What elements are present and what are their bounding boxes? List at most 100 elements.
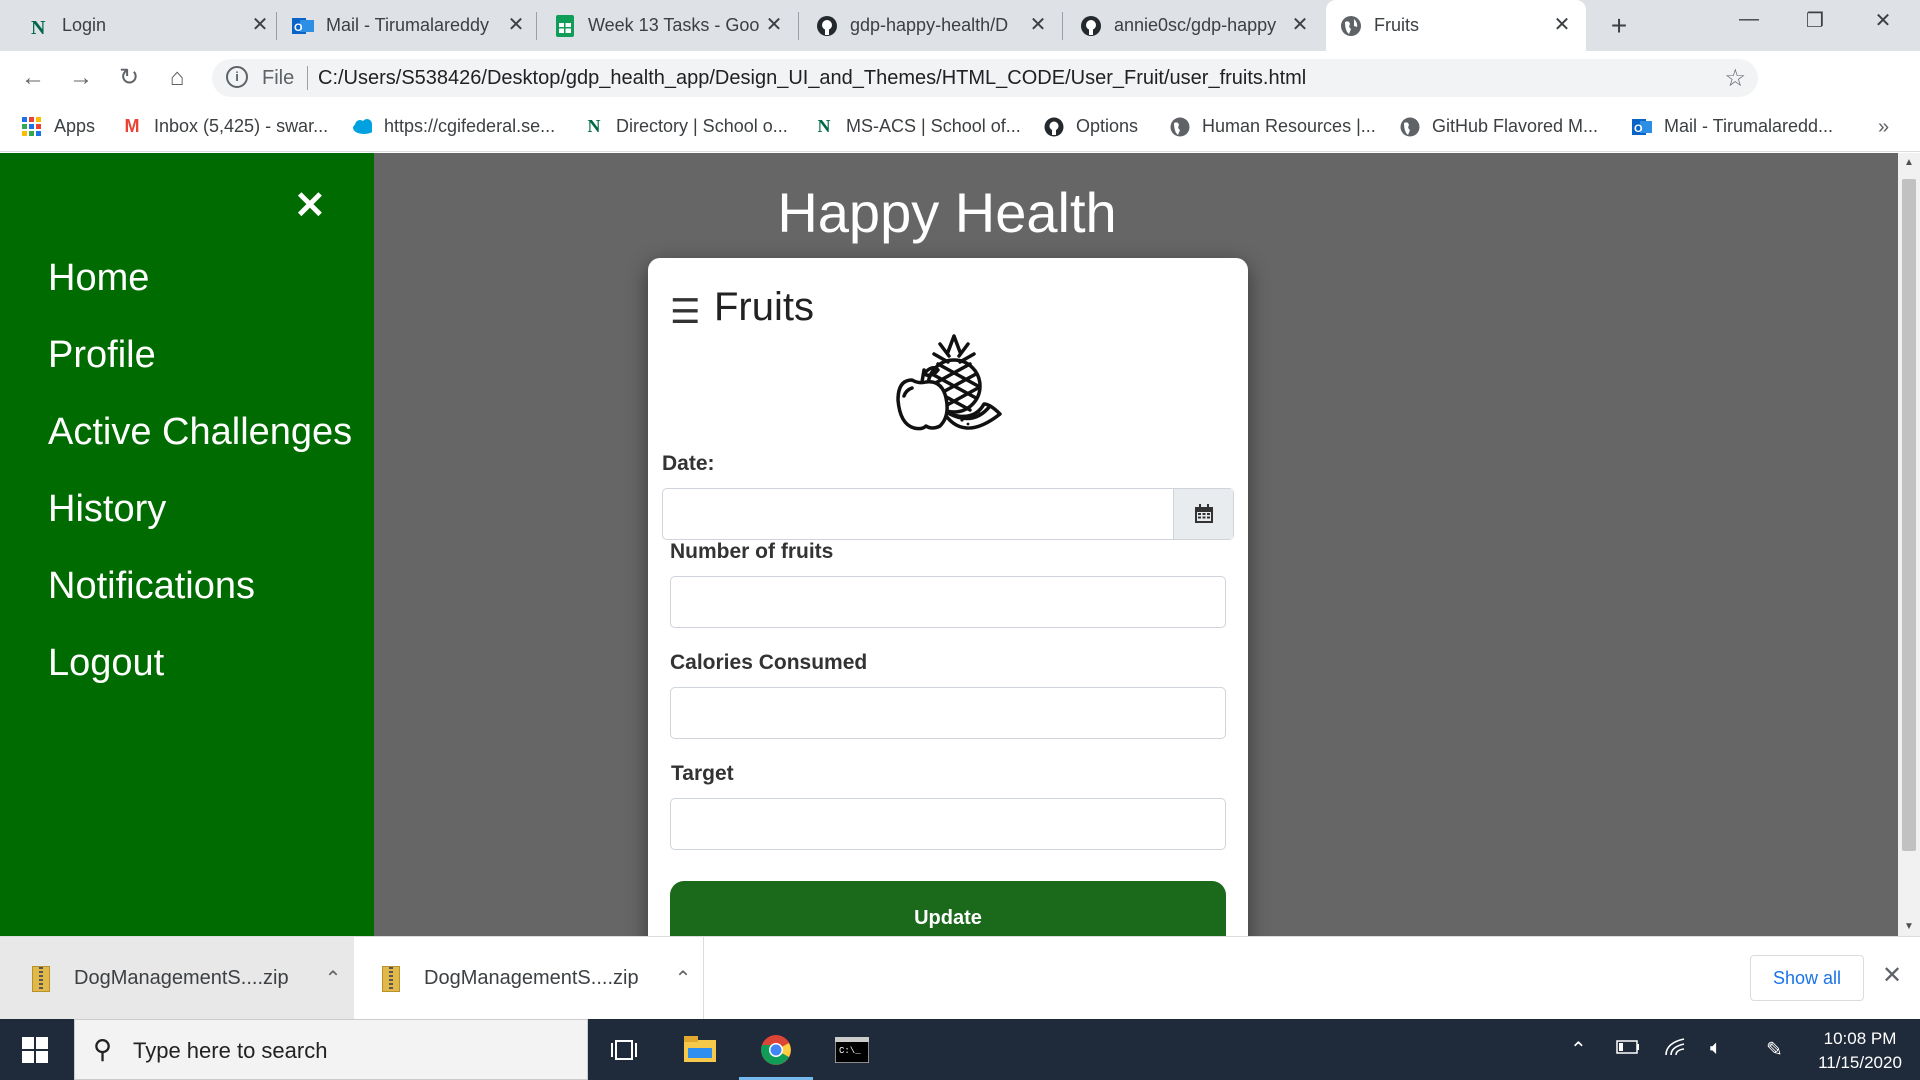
windows-start-icon[interactable] (22, 1037, 48, 1068)
tab-mail[interactable]: O Mail - Tirumalareddy ✕ (278, 0, 540, 51)
address-bar[interactable]: i File C:/Users/S538426/Desktop/gdp_heal… (212, 59, 1758, 97)
date-input-group (662, 488, 1234, 540)
google-sheets-icon (554, 14, 576, 37)
close-tab-icon[interactable]: ✕ (1290, 14, 1310, 36)
tab-fruits[interactable]: Fruits ✕ (1326, 0, 1586, 51)
svg-text:O: O (294, 22, 303, 34)
bookmarks-bar: Apps M Inbox (5,425) - swar... https://c… (0, 104, 1920, 152)
browser-toolbar: ← → ↻ ⌂ i File C:/Users/S538426/Desktop/… (0, 51, 1920, 148)
nav-notifications[interactable]: Notifications (48, 565, 255, 608)
bookmark-github-flavored[interactable]: GitHub Flavored M... (1400, 116, 1598, 137)
chevron-up-icon[interactable]: ⌃ (325, 966, 342, 991)
number-of-fruits-field[interactable] (670, 576, 1226, 628)
target-field[interactable] (670, 798, 1226, 850)
downloads-shelf: DogManagementS....zip ⌃ DogManagementS..… (0, 936, 1920, 1020)
close-downloads-icon[interactable]: ✕ (1882, 961, 1902, 990)
restore-window-button[interactable]: ❐ (1800, 8, 1830, 33)
github-icon (816, 15, 838, 37)
close-tab-icon[interactable]: ✕ (250, 14, 270, 36)
close-tab-icon[interactable]: ✕ (1552, 14, 1572, 36)
bookmark-human-resources[interactable]: Human Resources |... (1170, 116, 1376, 137)
svg-text:C:\_: C:\_ (839, 1046, 861, 1056)
info-icon[interactable]: i (226, 66, 248, 88)
tab-separator (276, 12, 277, 40)
download-item[interactable]: DogManagementS....zip ⌃ (0, 937, 354, 1020)
zip-file-icon (382, 965, 400, 992)
bookmark-options[interactable]: Options (1044, 116, 1138, 137)
bookmark-inbox[interactable]: M Inbox (5,425) - swar... (122, 116, 329, 137)
file-explorer-icon[interactable] (681, 1031, 719, 1069)
nav-history[interactable]: History (48, 488, 166, 531)
card-title: Fruits (714, 285, 814, 329)
nav-logout[interactable]: Logout (48, 642, 164, 685)
volume-icon[interactable]: 🔈︎ (1710, 1037, 1722, 1060)
hamburger-menu-icon[interactable]: ☰ (670, 292, 700, 332)
chrome-icon[interactable] (739, 1031, 813, 1080)
tab-separator (798, 12, 799, 40)
northwest-n-icon: N (817, 116, 831, 136)
tab-gdp-happy-health[interactable]: gdp-happy-health/D ✕ (802, 0, 1062, 51)
scrollbar-thumb[interactable] (1902, 179, 1916, 851)
svg-text:O: O (1634, 123, 1643, 135)
fruits-card: ☰ Fruits Date: Number of fruits Calories… (648, 258, 1248, 936)
close-tab-icon[interactable]: ✕ (764, 14, 784, 36)
close-window-button[interactable]: ✕ (1868, 8, 1898, 33)
bookmark-star-icon[interactable]: ☆ (1724, 64, 1746, 93)
download-item[interactable]: DogManagementS....zip ⌃ (356, 937, 704, 1020)
close-tab-icon[interactable]: ✕ (506, 14, 526, 36)
outlook-icon: O (292, 15, 314, 37)
tab-annie0sc-repo[interactable]: annie0sc/gdp-happy ✕ (1066, 0, 1324, 51)
zip-file-icon (32, 965, 50, 992)
northwest-n-icon: N (28, 15, 50, 37)
battery-icon[interactable] (1616, 1037, 1640, 1060)
new-tab-button[interactable]: + (1604, 10, 1634, 42)
github-icon (1044, 117, 1064, 137)
salesforce-cloud-icon (352, 117, 372, 137)
terminal-icon[interactable]: C:\_ (833, 1031, 871, 1069)
bookmark-ms-acs[interactable]: N MS-ACS | School of... (814, 116, 1021, 137)
bookmark-apps[interactable]: Apps (22, 116, 95, 137)
pen-workspace-icon[interactable]: ✎ (1766, 1037, 1783, 1062)
svg-text:N: N (31, 17, 46, 36)
bookmark-cgifederal[interactable]: https://cgifederal.se... (352, 116, 555, 137)
calories-consumed-field[interactable] (670, 687, 1226, 739)
back-button[interactable]: ← (18, 63, 48, 93)
page-scrollbar[interactable]: ▲ ▼ (1898, 153, 1920, 936)
minimize-window-button[interactable]: — (1734, 8, 1764, 31)
browser-tab-strip: N Login ✕ O Mail - Tirumalareddy ✕ Week … (0, 0, 1920, 51)
globe-icon (1340, 15, 1362, 37)
taskbar-search-box[interactable]: ⚲ Type here to search (74, 1019, 588, 1080)
number-of-fruits-label: Number of fruits (670, 540, 834, 563)
windows-taskbar: ⚲ Type here to search C:\_ ⌃ 🔈︎ ✎ 10:08 … (0, 1019, 1920, 1080)
calories-consumed-label: Calories Consumed (670, 651, 868, 674)
update-button[interactable]: Update (670, 881, 1226, 936)
bookmark-mail[interactable]: O Mail - Tirumalaredd... (1632, 116, 1833, 137)
reload-button[interactable]: ↻ (114, 63, 144, 93)
close-sidebar-icon[interactable]: ✕ (294, 183, 326, 228)
scroll-down-arrow-icon[interactable]: ▼ (1904, 921, 1914, 932)
globe-icon (1400, 117, 1420, 137)
address-url[interactable]: C:/Users/S538426/Desktop/gdp_health_app/… (318, 67, 1306, 90)
close-tab-icon[interactable]: ✕ (1028, 14, 1048, 36)
northwest-n-icon: N (587, 116, 601, 136)
chevron-up-icon[interactable]: ⌃ (675, 966, 692, 991)
calendar-button[interactable] (1173, 489, 1233, 539)
scroll-up-arrow-icon[interactable]: ▲ (1904, 157, 1914, 168)
wifi-icon[interactable] (1664, 1037, 1686, 1063)
tab-week13-tasks[interactable]: Week 13 Tasks - Goo ✕ (540, 0, 798, 51)
nav-active-challenges[interactable]: Active Challenges (48, 411, 352, 454)
home-button[interactable]: ⌂ (162, 63, 192, 93)
tab-login[interactable]: N Login ✕ (14, 0, 284, 51)
system-clock[interactable]: 10:08 PM 11/15/2020 (1800, 1027, 1920, 1075)
more-bookmarks-chevron-icon[interactable]: » (1878, 116, 1889, 139)
outlook-icon: O (1632, 117, 1652, 137)
show-all-downloads-button[interactable]: Show all (1750, 955, 1864, 1001)
task-view-icon[interactable] (605, 1031, 643, 1069)
address-divider (307, 66, 308, 90)
bookmark-directory[interactable]: N Directory | School o... (584, 116, 788, 137)
nav-profile[interactable]: Profile (48, 334, 156, 377)
show-hidden-icons-chevron-icon[interactable]: ⌃ (1570, 1037, 1587, 1062)
calendar-icon (1194, 504, 1213, 523)
forward-button[interactable]: → (66, 63, 96, 93)
nav-home[interactable]: Home (48, 257, 149, 300)
